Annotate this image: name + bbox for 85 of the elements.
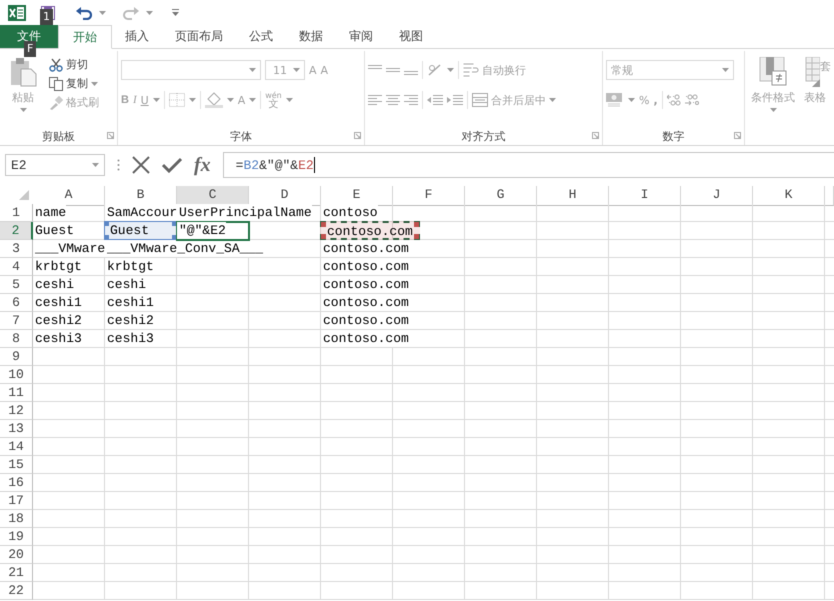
selection-handle [414, 222, 419, 227]
column-header[interactable]: I [609, 186, 681, 206]
selection-handle [104, 235, 109, 240]
keytip-tooltip: F [24, 41, 36, 57]
ribbon-tab[interactable]: 公式 [236, 25, 286, 48]
caret-icon[interactable] [20, 108, 26, 112]
row-header[interactable]: 9 [0, 348, 33, 366]
ribbon-tab[interactable]: 数据 [286, 25, 336, 48]
cell-text: Guest [110, 222, 150, 239]
name-box[interactable]: E2 [5, 154, 105, 176]
spreadsheet-app-icon [8, 4, 26, 20]
row-header[interactable]: 16 [0, 474, 33, 492]
cancel-icon[interactable] [132, 156, 150, 174]
cell-text: ″@″&E2 [177, 222, 226, 239]
selection-handle [321, 234, 326, 239]
caret-icon[interactable] [91, 82, 98, 86]
row-header[interactable]: 20 [0, 546, 33, 564]
row-header[interactable]: 19 [0, 528, 33, 546]
cell-text: contoso.com [321, 276, 409, 293]
selection-handle [172, 235, 177, 240]
group-label: 字体 [230, 128, 252, 144]
column-header[interactable]: G [465, 186, 537, 206]
ribbon-tab[interactable]: 插入 [112, 25, 162, 48]
table-style-icon [804, 57, 820, 87]
row-header[interactable]: 2 [0, 222, 33, 240]
customize-icon[interactable] [172, 9, 179, 16]
cell-text: contoso.com [321, 294, 409, 311]
caret-icon[interactable] [770, 108, 776, 112]
selection-handle [104, 221, 109, 226]
conditional-format-icon [758, 57, 788, 87]
redo-icon[interactable] [123, 6, 139, 20]
row-header[interactable]: 14 [0, 438, 33, 456]
caret-icon[interactable] [146, 10, 153, 14]
column-header[interactable]: J [681, 186, 753, 206]
merge-icon [472, 93, 488, 107]
undo-icon[interactable] [76, 6, 92, 20]
caret-icon[interactable] [722, 68, 729, 72]
copy-icon [49, 76, 63, 90]
keytip-tooltip: 1 [40, 9, 53, 25]
active-cell-editor[interactable]: ″@″&E2 [177, 222, 249, 240]
caret-icon[interactable] [249, 68, 256, 72]
column-header[interactable]: K [753, 186, 825, 206]
row-header[interactable]: 22 [0, 582, 33, 600]
cell-text: UserPrincipalName [177, 204, 312, 221]
cell-text: ___VMware_Conv_SA___ [105, 240, 264, 257]
caret-icon[interactable] [99, 10, 106, 14]
wrap-text-icon [463, 63, 479, 77]
row-header[interactable]: 17 [0, 492, 33, 510]
cell-text: contoso.com [321, 330, 409, 347]
ribbon-tab[interactable]: 页面布局 [162, 25, 236, 48]
caret-icon[interactable] [549, 98, 556, 102]
row-header[interactable]: 13 [0, 420, 33, 438]
cell-text: contoso.com [321, 312, 409, 329]
scissors-icon [49, 58, 63, 72]
selection-handle [321, 222, 326, 227]
cell-text: contoso.com [321, 258, 409, 275]
row-header[interactable]: 10 [0, 366, 33, 384]
grip-icon [117, 159, 120, 171]
checkmark-icon[interactable] [162, 157, 182, 173]
row-header[interactable]: 15 [0, 456, 33, 474]
selection-handle [172, 221, 177, 226]
clipboard-icon [9, 57, 37, 87]
formula-input[interactable]: =B2&″@″&E2 [222, 152, 834, 178]
column-header[interactable]: F [393, 186, 465, 206]
cell-text: SamAccour [105, 204, 178, 221]
brush-icon [49, 96, 63, 110]
ribbon-tab[interactable]: 审阅 [336, 25, 386, 48]
caret-icon[interactable] [92, 163, 99, 167]
row-header[interactable]: 11 [0, 384, 33, 402]
row-header[interactable]: 12 [0, 402, 33, 420]
column-header[interactable]: C [177, 186, 249, 206]
row-header[interactable]: 18 [0, 510, 33, 528]
row-header[interactable]: 21 [0, 564, 33, 582]
cell-text: ___VMware [33, 240, 106, 257]
cell-text: contoso.com [327, 224, 413, 239]
ribbon-tab[interactable]: 开始 [58, 25, 112, 49]
insert-function-button[interactable]: fx [194, 154, 211, 176]
group-label: 对齐方式 [462, 128, 506, 144]
cell-text: contoso.com [321, 240, 409, 257]
group-label: 数字 [662, 128, 684, 144]
group-label: 剪贴板 [42, 128, 75, 144]
caret-icon[interactable] [293, 68, 300, 72]
selection-handle [414, 234, 419, 239]
ribbon-tab[interactable]: 视图 [386, 25, 436, 48]
column-header[interactable]: H [537, 186, 609, 206]
